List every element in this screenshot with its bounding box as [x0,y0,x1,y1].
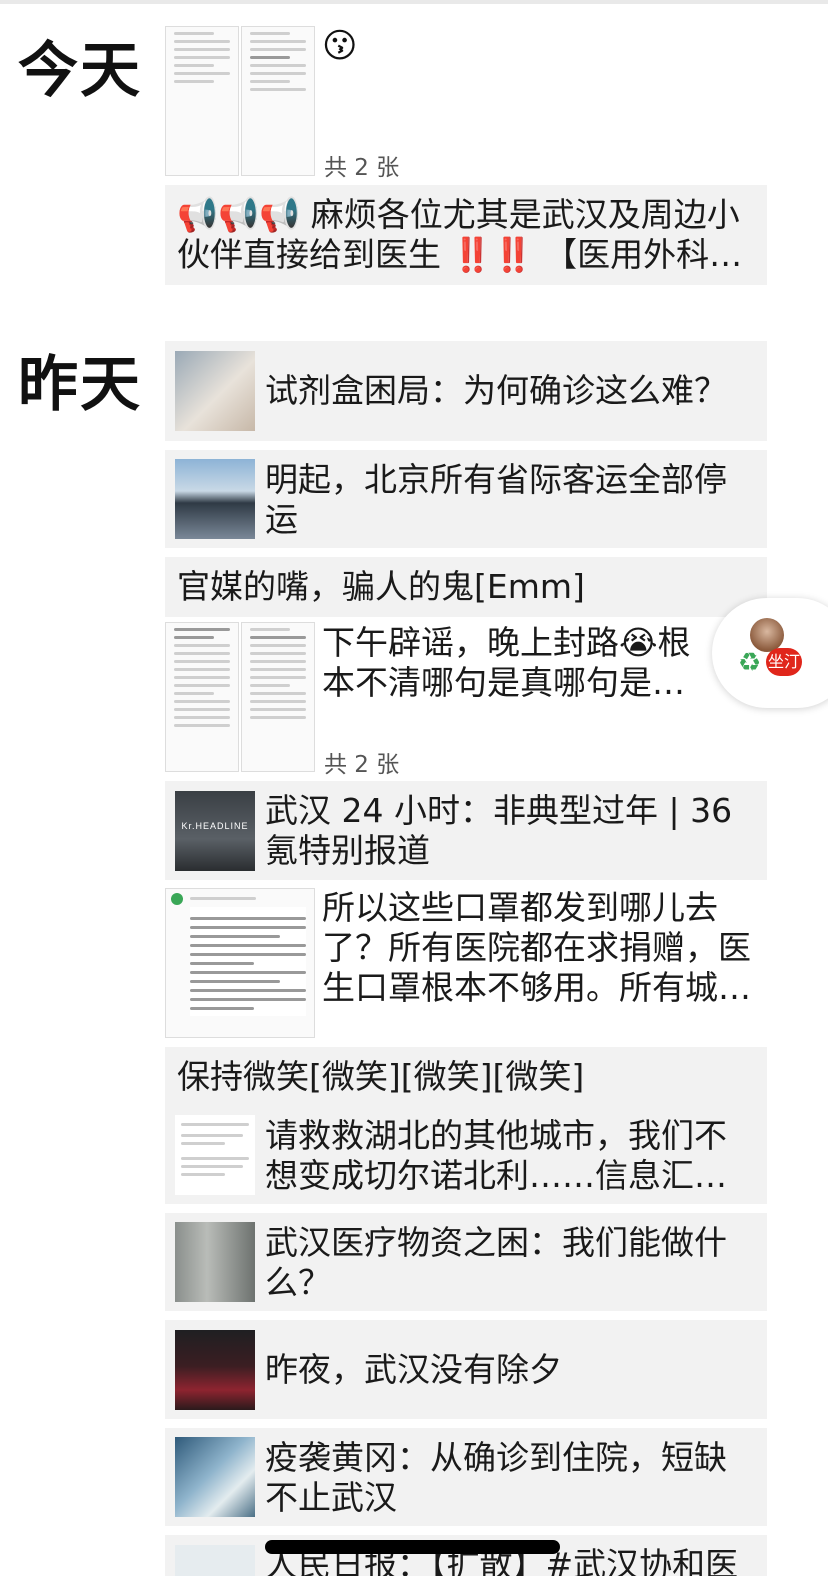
date-label-yesterday: 昨天 [18,350,142,420]
link-card[interactable]: 昨夜，武汉没有除夕 [165,1320,767,1419]
link-title: 明起，北京所有省际客运全部停运 [265,460,727,539]
post-text: 下午辟谣，晚上封路😭根本不清哪句是真哪句是假。 [322,623,691,702]
link-title: 试剂盒困局：为何确诊这么难？ [265,371,727,410]
post-emoji: 😗 [322,26,358,66]
post-image-1[interactable] [165,26,239,176]
image-count: 共 2 张 [324,155,400,181]
share-text: 📢📢📢 麻烦各位尤其是武汉及周边小伙伴直接给到医生 ‼️‼️ 【医用外科… [177,195,743,274]
post-image-2[interactable] [241,622,315,772]
link-title: 请救救湖北的其他城市，我们不想变成切尔诺北利……信息汇总… [265,1116,727,1195]
image-count: 共 2 张 [324,752,400,778]
post-image-1[interactable] [165,622,239,772]
link-thumbnail [175,351,255,431]
post-text: 官媒的嘴，骗人的鬼[Emm] [177,567,585,606]
avatar [750,618,784,652]
text-share-card[interactable]: 📢📢📢 麻烦各位尤其是武汉及周边小伙伴直接给到医生 ‼️‼️ 【医用外科… [165,185,767,285]
post-text-header[interactable]: 官媒的嘴，骗人的鬼[Emm] [165,557,767,617]
link-card[interactable]: 武汉医疗物资之困：我们能做什么？ [165,1213,767,1311]
post-image[interactable] [165,888,315,1038]
link-title: 疫袭黄冈：从确诊到住院，短缺不止武汉 [265,1438,727,1517]
post-text: 所以这些口罩都发到哪儿去了？所有医院都在求捐赠，医生口罩根本不够用。所有城… [322,888,751,1007]
link-card[interactable]: 明起，北京所有省际客运全部停运 [165,450,767,548]
link-thumbnail [175,1437,255,1517]
top-divider [0,0,828,4]
link-card[interactable]: Kr.HEADLINE 武汉 24 小时：非典型过年 | 36 氪特别报道 [165,781,767,880]
post-text: 保持微笑[微笑][微笑][微笑] [177,1057,585,1096]
date-label-today: 今天 [18,36,142,106]
link-thumbnail: Kr.HEADLINE [175,791,255,871]
link-thumbnail [175,1545,255,1576]
brand-badge: 坐汀 [766,648,802,676]
photo-post[interactable] [165,622,315,772]
post-text-header[interactable]: 保持微笑[微笑][微笑][微笑] [165,1047,767,1109]
link-title: 武汉医疗物资之困：我们能做什么？ [265,1223,727,1302]
thumbnail-label: Kr.HEADLINE [181,821,249,831]
link-card[interactable]: 试剂盒困局：为何确诊这么难？ [165,341,767,441]
link-thumbnail [175,459,255,539]
link-title: 武汉 24 小时：非典型过年 | 36 氪特别报道 [265,791,733,870]
scroll-indicator [265,1540,560,1554]
refresh-icon: ♻ [738,648,762,678]
link-thumbnail [175,1222,255,1302]
link-card[interactable]: 请救救湖北的其他城市，我们不想变成切尔诺北利……信息汇总… [165,1106,767,1204]
floating-shortcut-button[interactable]: ♻ 坐汀 [712,598,828,708]
link-thumbnail [175,1330,255,1410]
link-thumbnail [175,1115,255,1195]
link-card[interactable]: 疫袭黄冈：从确诊到住院，短缺不止武汉 [165,1428,767,1526]
app-icon [171,893,183,905]
post-image-2[interactable] [241,26,315,176]
link-title: 昨夜，武汉没有除夕 [265,1350,562,1389]
